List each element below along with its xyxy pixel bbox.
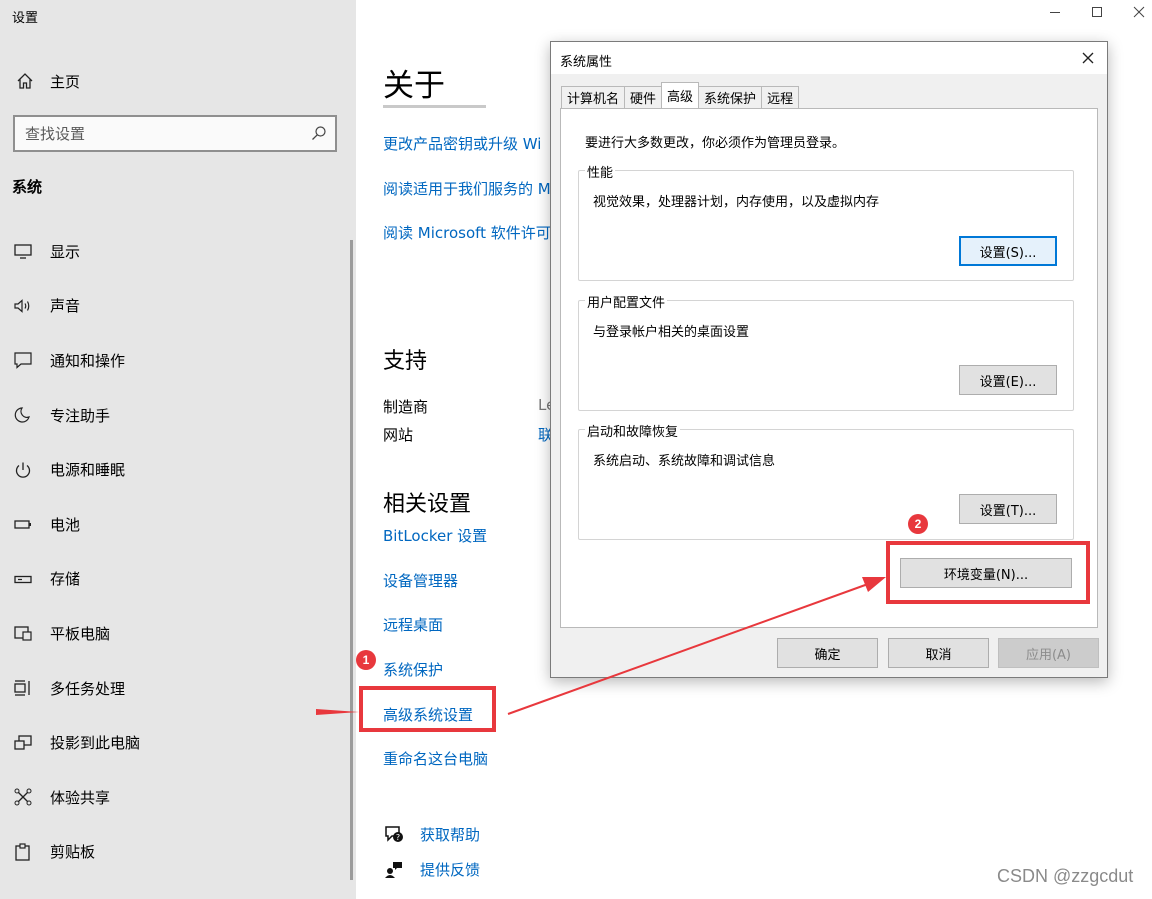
tab-advanced[interactable]: 高级	[661, 82, 700, 108]
arrow-line-to-env-variables	[507, 583, 869, 715]
annotation-arrows	[316, 577, 886, 715]
watermark: CSDN @zzgcdut	[997, 866, 1134, 886]
arrow-head-to-env-variables	[862, 577, 886, 592]
arrow-to-advanced-settings	[316, 709, 359, 715]
